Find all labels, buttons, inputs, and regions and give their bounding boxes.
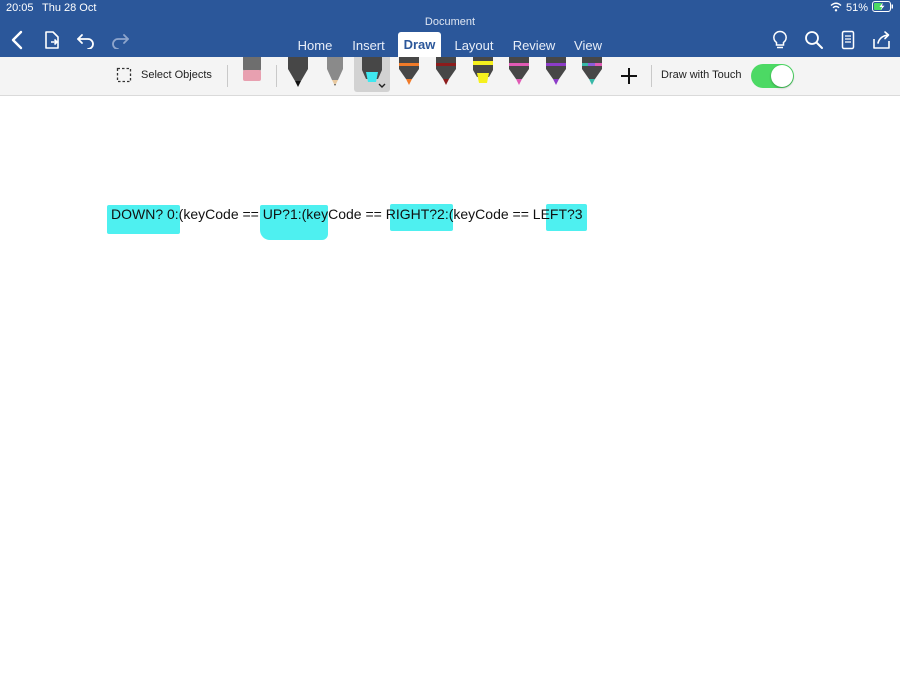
share-icon[interactable] [870, 28, 894, 52]
ribbon-divider [651, 65, 652, 87]
app-header: 20:05 Thu 28 Oct 51% Document Home Inser… [0, 0, 900, 57]
ribbon-divider [227, 65, 228, 87]
purple-pen-tool[interactable] [542, 55, 570, 87]
tab-draw[interactable]: Draw [398, 32, 441, 57]
text-segment: :(keyCode == L [444, 206, 541, 222]
orange-pen-tool[interactable] [395, 55, 423, 87]
ribbon-divider [276, 65, 277, 87]
battery-icon [872, 1, 894, 15]
tab-insert[interactable]: Insert [345, 33, 392, 57]
pink-pen-tool[interactable] [505, 55, 533, 87]
lightbulb-icon[interactable] [768, 28, 792, 52]
eraser-tool[interactable] [238, 55, 266, 87]
text-segment: EFT?3 [540, 206, 583, 222]
text-segment: DOWN? 0 [111, 206, 175, 222]
tab-home[interactable]: Home [293, 33, 337, 57]
document-title: Document [424, 16, 476, 28]
text-segment: UP?1:(ke [262, 206, 322, 222]
draw-with-touch-label: Draw with Touch [661, 69, 742, 81]
battery-percentage: 51% [845, 2, 868, 14]
status-time: 20:05 [6, 2, 34, 14]
text-segment: RIGHT?2 [385, 206, 445, 222]
status-date: Thu 28 Oct [42, 2, 97, 14]
yellow-highlighter-tool[interactable] [469, 55, 497, 87]
wifi-icon [830, 2, 842, 15]
select-objects-label: Select Objects [141, 69, 212, 81]
undo-icon[interactable] [74, 28, 98, 52]
cyan-highlighter-tool[interactable] [354, 55, 390, 92]
add-pen-button[interactable] [618, 65, 640, 87]
draw-ribbon: Select Objects Draw with Touch [0, 55, 900, 96]
file-menu-icon[interactable] [40, 28, 64, 52]
dark-red-pen-tool[interactable] [432, 55, 460, 87]
search-icon[interactable] [802, 28, 826, 52]
galaxy-pen-tool[interactable] [578, 55, 606, 87]
tab-view[interactable]: View [570, 33, 606, 57]
toggle-knob [771, 65, 793, 87]
pencil-tool[interactable] [321, 55, 349, 87]
plus-icon [621, 68, 637, 84]
tab-review[interactable]: Review [508, 33, 560, 57]
lasso-select-icon [116, 67, 132, 83]
tab-layout[interactable]: Layout [450, 33, 498, 57]
draw-with-touch-toggle[interactable] [751, 64, 794, 88]
mobile-view-icon[interactable] [836, 28, 860, 52]
text-segment: yCode == [321, 206, 386, 222]
text-segment: :(keyCode == [174, 206, 263, 222]
back-icon[interactable] [5, 28, 29, 52]
redo-icon[interactable] [108, 28, 132, 52]
status-indicators: 51% [830, 1, 894, 15]
select-objects-button[interactable]: Select Objects [116, 67, 212, 83]
black-pen-tool[interactable] [284, 55, 312, 87]
document-canvas[interactable]: DOWN? 0:(keyCode == UP?1:(keyCode == RIG… [0, 96, 900, 675]
document-text-line: DOWN? 0:(keyCode == UP?1:(keyCode == RIG… [111, 206, 583, 222]
